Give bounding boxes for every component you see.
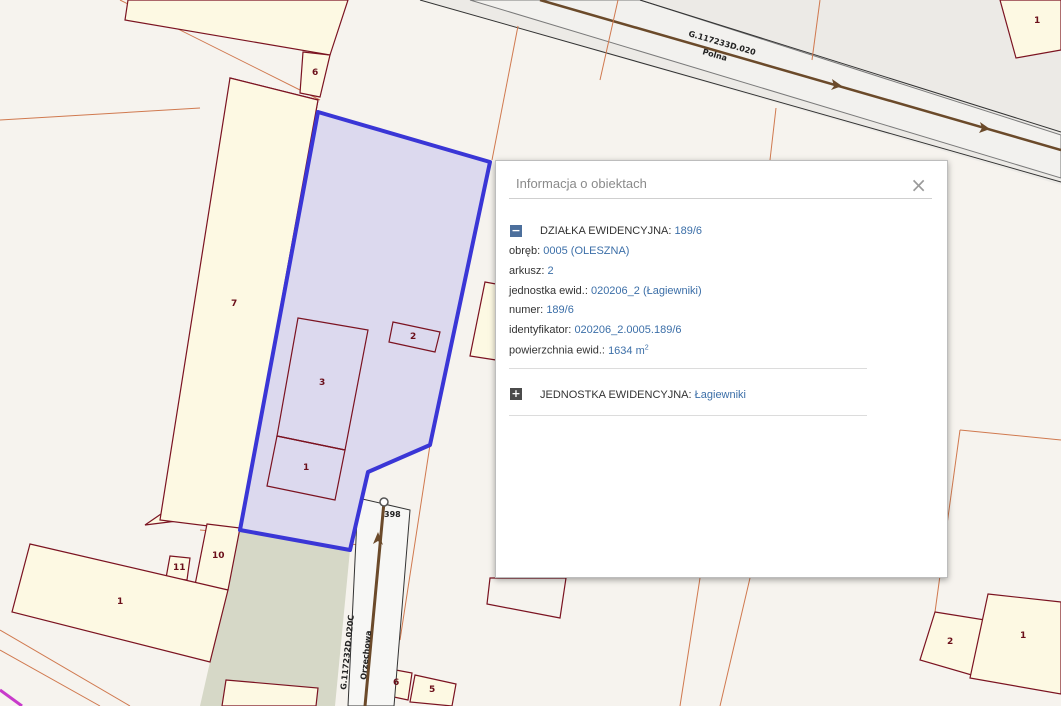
area-value: 1634 m: [608, 344, 645, 357]
field-value[interactable]: 020206_2 (Łagiewniki): [591, 285, 702, 297]
field-obreb: obręb: 0005 (OLESZNA): [509, 245, 867, 265]
field-numer: numer: 189/6: [509, 304, 867, 324]
close-icon[interactable]: ×: [910, 175, 927, 195]
field-value[interactable]: 020206_2.0005.189/6: [574, 324, 681, 336]
field-jednostka: jednostka ewid.: 020206_2 (Łagiewniki): [509, 285, 867, 305]
section-jednostka-label: JEDNOSTKA EWIDENCYJNA:: [540, 389, 692, 401]
building-label-1: 1: [303, 463, 309, 473]
parcel-label-1-left: 1: [117, 597, 123, 607]
section-jednostka: + JEDNOSTKA EWIDENCYJNA: Łagiewniki: [509, 388, 867, 416]
section-dzialka-header: − DZIAŁKA EWIDENCYJNA: 189/6: [509, 225, 867, 245]
popup-header-divider: [509, 198, 932, 199]
collapse-icon[interactable]: −: [510, 225, 522, 237]
field-label: obręb:: [509, 245, 541, 257]
section-divider: [509, 367, 867, 369]
building-label-2-right: 2: [947, 637, 953, 647]
field-value[interactable]: 0005 (OLESZNA): [543, 245, 629, 257]
section-dzialka: − DZIAŁKA EWIDENCYJNA: 189/6 obręb: 0005…: [509, 225, 867, 369]
parcel-label-5-bottom: 5: [429, 685, 435, 695]
address-point-label: 398: [384, 510, 401, 519]
field-identyfikator: identyfikator: 020206_2.0005.189/6: [509, 324, 867, 344]
field-label: powierzchnia ewid.:: [509, 344, 605, 357]
section-jednostka-value[interactable]: Łagiewniki: [695, 389, 746, 401]
field-value[interactable]: 189/6: [546, 304, 574, 316]
field-label: identyfikator:: [509, 324, 572, 337]
parcel-label-1-topright: 1: [1034, 16, 1040, 26]
field-label: numer:: [509, 304, 544, 317]
section-jednostka-header: + JEDNOSTKA EWIDENCYJNA: Łagiewniki: [509, 388, 867, 408]
building-label-1-right: 1: [1020, 631, 1026, 641]
section-dzialka-value[interactable]: 189/6: [674, 225, 702, 237]
field-label: jednostka ewid.:: [509, 284, 588, 297]
parcel-label-7: 7: [231, 299, 237, 309]
field-value[interactable]: 2: [548, 265, 554, 277]
building-label-3: 3: [319, 378, 325, 388]
parcel-label-6-bottom: 6: [393, 678, 399, 688]
building-label-2: 2: [410, 332, 416, 342]
expand-icon[interactable]: +: [510, 388, 522, 400]
area-unit-superscript: 2: [644, 343, 649, 351]
field-arkusz: arkusz: 2: [509, 265, 867, 285]
parcel-label-11: 11: [173, 563, 186, 573]
popup-title: Informacja o obiektach: [516, 176, 647, 191]
parcel-label-10: 10: [212, 551, 225, 561]
parcel-label-6: 6: [312, 68, 318, 78]
section-divider: [509, 415, 867, 416]
field-powierzchnia: powierzchnia ewid.: 1634 m2: [509, 344, 867, 364]
object-info-popup: Informacja o obiektach × − DZIAŁKA EWIDE…: [495, 160, 948, 578]
section-dzialka-label: DZIAŁKA EWIDENCYJNA:: [540, 225, 672, 237]
field-label: arkusz:: [509, 264, 545, 277]
address-point[interactable]: [379, 497, 389, 507]
field-value: 1634 m2: [608, 343, 649, 357]
